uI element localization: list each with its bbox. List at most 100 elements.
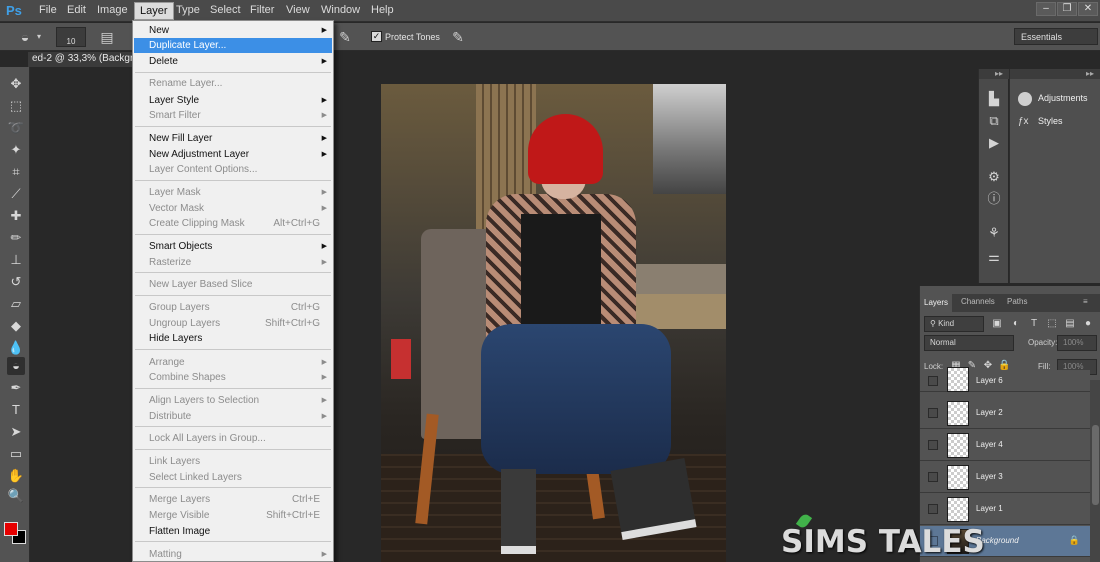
lasso-tool-icon[interactable]: ➰	[7, 119, 25, 137]
menu-image[interactable]: Image	[97, 4, 128, 16]
menu-item-align-layers[interactable]: Align Layers to Selection ▶	[134, 393, 332, 408]
airbrush-icon[interactable]: ✎	[334, 28, 356, 46]
brush-size-picker[interactable]: 10	[56, 27, 86, 47]
menu-item-group-layers[interactable]: Group Layers Ctrl+G	[134, 300, 332, 315]
filter-toggle-icon[interactable]: ●	[1082, 318, 1094, 330]
layer-row[interactable]: Layer 4	[920, 430, 1090, 461]
menu-item-ungroup-layers[interactable]: Ungroup Layers Shift+Ctrl+G	[134, 316, 332, 331]
visibility-toggle[interactable]	[928, 472, 938, 482]
menu-item-arrange[interactable]: Arrange ▶	[134, 355, 332, 370]
menu-item-merge-layers[interactable]: Merge Layers Ctrl+E	[134, 492, 332, 507]
clone-stamp-tool-icon[interactable]: ⊥	[7, 251, 25, 269]
opacity-field[interactable]: 100%	[1057, 335, 1097, 351]
visibility-toggle[interactable]	[928, 376, 938, 386]
sponge-tool-icon[interactable]: ◒	[14, 28, 36, 46]
menu-item-layer-mask[interactable]: Layer Mask ▶	[134, 185, 332, 200]
adjustment-filter-icon[interactable]: ◐	[1010, 318, 1022, 330]
scrollbar-thumb[interactable]	[1092, 425, 1099, 505]
menu-item-rasterize[interactable]: Rasterize ▶	[134, 255, 332, 270]
tool-presets-icon[interactable]: ⚙	[986, 169, 1002, 185]
menu-type[interactable]: Type	[176, 4, 200, 16]
layer-row[interactable]: Layer 2	[920, 398, 1090, 429]
pen-tool-icon[interactable]: ✒	[7, 379, 25, 397]
path-selection-tool-icon[interactable]: ➤	[7, 423, 25, 441]
visibility-toggle[interactable]	[928, 504, 938, 514]
history-icon[interactable]: ⧉	[986, 113, 1002, 129]
type-filter-icon[interactable]: T	[1028, 318, 1040, 330]
collapse-icon[interactable]: ▸▸	[979, 69, 1009, 79]
workspace-select[interactable]: Essentials	[1014, 28, 1098, 45]
minimize-button[interactable]: –	[1036, 2, 1056, 16]
healing-brush-tool-icon[interactable]: ✚	[7, 207, 25, 225]
menu-item-matting[interactable]: Matting ▶	[134, 547, 332, 562]
layer-row[interactable]: Layer 6	[920, 367, 1090, 392]
zoom-tool-icon[interactable]: 🔍	[7, 487, 25, 505]
history-brush-tool-icon[interactable]: ↺	[7, 273, 25, 291]
menu-item-new-fill-layer[interactable]: New Fill Layer ▶	[134, 131, 332, 146]
menu-window[interactable]: Window	[321, 4, 360, 16]
brush-presets-icon[interactable]: ⚘	[986, 225, 1002, 241]
restore-button[interactable]: ❐	[1057, 2, 1077, 16]
blend-mode-select[interactable]: Normal	[924, 335, 1014, 351]
layer-row[interactable]: Layer 3	[920, 462, 1090, 493]
menu-item-create-clipping-mask[interactable]: Create Clipping Mask Alt+Ctrl+G	[134, 216, 332, 231]
layers-scrollbar[interactable]	[1090, 380, 1100, 562]
menu-layer[interactable]: Layer	[134, 2, 174, 20]
menu-edit[interactable]: Edit	[67, 4, 86, 16]
eraser-tool-icon[interactable]: ▱	[7, 295, 25, 313]
menu-item-link-layers[interactable]: Link Layers	[134, 454, 332, 469]
brush-panel-icon[interactable]: ▤	[96, 28, 118, 46]
shape-filter-icon[interactable]: ⬚	[1046, 318, 1058, 330]
tab-channels[interactable]: Channels	[961, 297, 995, 306]
menu-item-combine-shapes[interactable]: Combine Shapes ▶	[134, 370, 332, 385]
close-button[interactable]: ✕	[1078, 2, 1098, 16]
document-tab[interactable]: ed-2 @ 33,3% (Backgro	[28, 52, 138, 67]
menu-filter[interactable]: Filter	[250, 4, 274, 16]
menu-item-new[interactable]: New ▶	[134, 23, 332, 38]
actions-play-icon[interactable]: ▶	[986, 135, 1002, 151]
eyedropper-tool-icon[interactable]: ⟋	[7, 185, 25, 203]
menu-item-new-adjustment-layer[interactable]: New Adjustment Layer ▶	[134, 147, 332, 162]
rectangle-tool-icon[interactable]: ▭	[7, 445, 25, 463]
menu-item-layer-content-options[interactable]: Layer Content Options...	[134, 162, 332, 177]
clone-source-icon[interactable]: ⚌	[986, 249, 1002, 265]
menu-item-merge-visible[interactable]: Merge Visible Shift+Ctrl+E	[134, 508, 332, 523]
adjustments-tab[interactable]: Adjustments	[1018, 89, 1088, 107]
panel-menu-icon[interactable]: ≡	[1083, 297, 1088, 306]
blur-tool-icon[interactable]: 💧	[7, 339, 25, 357]
chevron-down-icon[interactable]: ▾	[34, 28, 44, 46]
layer-row[interactable]: Layer 1	[920, 494, 1090, 525]
collapse-icon[interactable]: ▸▸	[1010, 69, 1100, 79]
menu-help[interactable]: Help	[371, 4, 394, 16]
menu-item-lock-all-layers[interactable]: Lock All Layers in Group...	[134, 431, 332, 446]
styles-tab[interactable]: ƒx Styles	[1018, 112, 1063, 130]
menu-item-smart-filter[interactable]: Smart Filter ▶	[134, 108, 332, 123]
pressure-icon[interactable]: ✎	[447, 28, 469, 46]
move-tool-icon[interactable]: ✥	[7, 75, 25, 93]
type-tool-icon[interactable]: T	[7, 401, 25, 419]
menu-item-delete[interactable]: Delete ▶	[134, 54, 332, 69]
filter-kind-select[interactable]: ⚲ Kind	[924, 316, 984, 332]
foreground-color-swatch[interactable]	[4, 522, 18, 536]
smart-object-filter-icon[interactable]: ▤	[1064, 318, 1076, 330]
menu-item-hide-layers[interactable]: Hide Layers	[134, 331, 332, 346]
menu-view[interactable]: View	[286, 4, 310, 16]
menu-item-smart-objects[interactable]: Smart Objects ▶	[134, 239, 332, 254]
menu-item-layer-style[interactable]: Layer Style ▶	[134, 93, 332, 108]
menu-item-flatten-image[interactable]: Flatten Image	[134, 524, 332, 539]
visibility-toggle[interactable]	[928, 408, 938, 418]
document-canvas[interactable]	[381, 84, 726, 562]
paint-bucket-tool-icon[interactable]: ◆	[7, 317, 25, 335]
protect-tones-checkbox[interactable]: ✓	[371, 31, 382, 42]
quick-select-tool-icon[interactable]: ✦	[7, 141, 25, 159]
menu-item-duplicate-layer[interactable]: Duplicate Layer...	[134, 38, 332, 53]
info-icon[interactable]: ⓘ	[986, 191, 1002, 207]
menu-item-distribute[interactable]: Distribute ▶	[134, 409, 332, 424]
menu-item-select-linked-layers[interactable]: Select Linked Layers	[134, 470, 332, 485]
marquee-tool-icon[interactable]: ⬚	[7, 97, 25, 115]
sponge-tool-icon[interactable]: ◒	[7, 357, 25, 375]
visibility-toggle[interactable]	[928, 440, 938, 450]
tab-paths[interactable]: Paths	[1007, 297, 1027, 306]
crop-tool-icon[interactable]: ⌗	[7, 163, 25, 181]
hand-tool-icon[interactable]: ✋	[7, 467, 25, 485]
